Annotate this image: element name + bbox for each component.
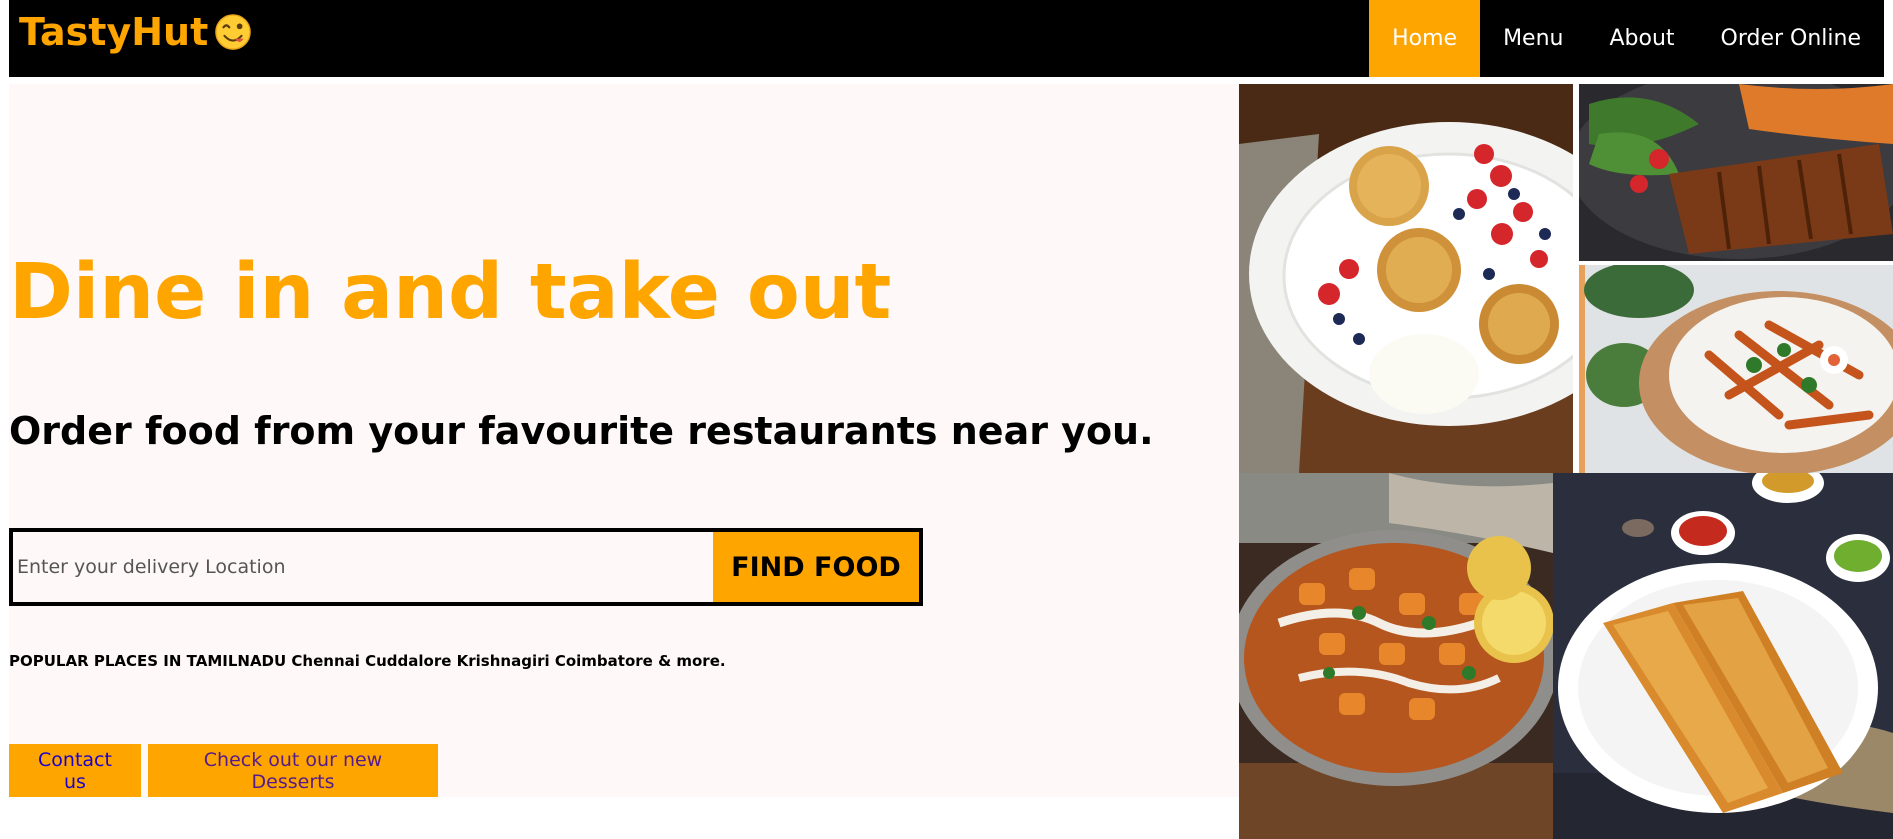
brand-name[interactable]: TastyHut [19, 10, 208, 54]
delivery-location-input[interactable] [13, 532, 713, 602]
masala-dosa-photo [1553, 473, 1893, 839]
grilled-chicken-salad-photo [1579, 84, 1893, 261]
nav-menu: Home Menu About Order Online [1369, 0, 1884, 77]
sweet-potato-fries-bowl-photo [1579, 265, 1893, 473]
contact-us-button[interactable]: Contact us [9, 744, 141, 797]
new-desserts-button[interactable]: Check out our new Desserts [148, 744, 438, 797]
location-search-form: FIND FOOD [9, 528, 923, 606]
brand-logo[interactable]: TastyHut [19, 8, 252, 56]
nav-order-online[interactable]: Order Online [1698, 0, 1884, 77]
navbar: TastyHut Home Menu About Order Online [9, 0, 1884, 77]
face-savoring-food-icon [215, 14, 252, 50]
pancakes-with-berries-photo [1239, 84, 1573, 473]
nav-home[interactable]: Home [1369, 0, 1481, 77]
paneer-curry-photo [1239, 473, 1553, 839]
food-gallery [1239, 84, 1893, 839]
hero-title: Dine in and take out [9, 248, 892, 337]
nav-menu-link[interactable]: Menu [1480, 0, 1586, 77]
nav-about[interactable]: About [1586, 0, 1697, 77]
hero-section: Dine in and take out Order food from you… [9, 84, 1239, 797]
find-food-button[interactable]: FIND FOOD [713, 532, 919, 602]
hero-subtitle: Order food from your favourite restauran… [9, 409, 1154, 453]
popular-places-text: POPULAR PLACES IN TAMILNADU Chennai Cudd… [9, 652, 726, 670]
